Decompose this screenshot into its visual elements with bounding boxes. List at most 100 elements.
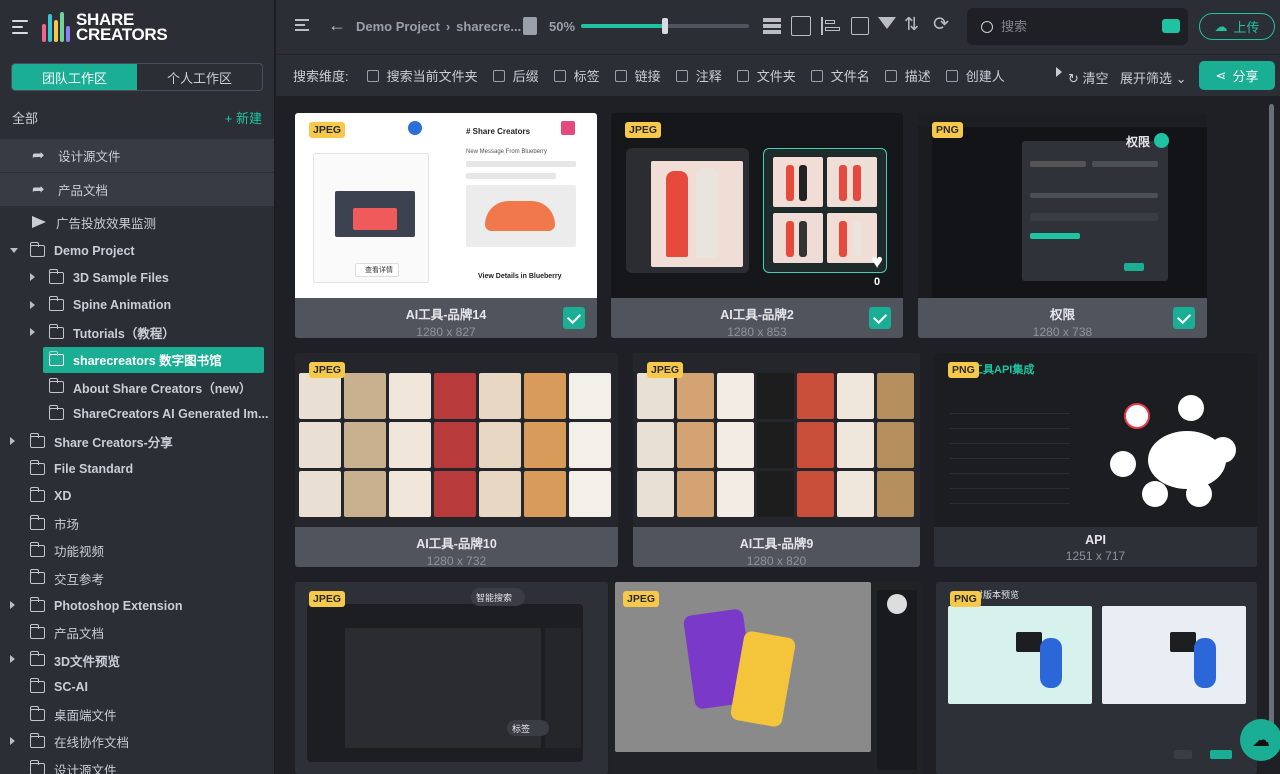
folder-item[interactable]: Demo Project xyxy=(0,237,274,264)
tab-team-workspace[interactable]: 团队工作区 xyxy=(12,64,137,90)
asset-thumbnail[interactable] xyxy=(611,113,903,298)
like-counter[interactable]: ♥ 0 xyxy=(866,252,888,291)
asset-thumbnail[interactable] xyxy=(609,582,922,774)
clear-label: 清空 xyxy=(1082,71,1109,86)
folder-item[interactable]: 产品文档 xyxy=(0,619,274,646)
asset-name[interactable]: 权限 xyxy=(918,304,1207,323)
asset-name[interactable]: AI工具-品牌14 xyxy=(295,304,597,323)
asset-thumbnail[interactable]: 智能搜索 标签 xyxy=(295,582,608,774)
asset-thumbnail[interactable]: 权限 xyxy=(918,113,1207,298)
asset-card[interactable]: JPEG xyxy=(609,582,922,774)
new-folder-button[interactable]: + 新建 xyxy=(225,108,262,127)
folder-item[interactable]: 市场 xyxy=(0,510,274,537)
back-arrow-icon[interactable]: ← xyxy=(328,15,346,36)
filter-checkbox[interactable]: 文件名 xyxy=(810,66,870,85)
chevron-right-icon[interactable] xyxy=(30,300,35,309)
asset-thumbnail[interactable] xyxy=(633,353,920,527)
asset-thumbnail[interactable] xyxy=(295,353,618,527)
expand-filter-button[interactable]: 展开筛选 ⌄ xyxy=(1120,68,1187,87)
list-view-icon[interactable] xyxy=(295,19,309,31)
folder-label-wrap: sharecreators 数字图书馆 xyxy=(43,346,264,373)
filter-checkbox[interactable]: 文件夹 xyxy=(736,66,796,85)
asset-card[interactable]: JPEG AI工具-品牌9 1280 x 820 xyxy=(633,353,920,567)
folder-item[interactable]: XD xyxy=(0,483,274,510)
select-checkbox[interactable] xyxy=(563,307,585,329)
folder-item[interactable]: ShareCreators AI Generated Im... xyxy=(0,401,274,428)
select-box-icon[interactable] xyxy=(851,17,869,35)
thumbnail-tile xyxy=(524,471,566,517)
folder-item[interactable]: 设计源文件 xyxy=(0,756,274,774)
select-checkbox[interactable] xyxy=(869,307,891,329)
asset-card[interactable]: 查看详情 # Share Creators New Message From B… xyxy=(295,113,597,338)
zoom-slider-handle[interactable] xyxy=(662,18,668,34)
folder-item[interactable]: Share Creators-分享 xyxy=(0,428,274,455)
camera-icon[interactable] xyxy=(1162,19,1180,33)
checklist-icon[interactable] xyxy=(791,16,811,36)
asset-name[interactable]: API xyxy=(934,533,1257,547)
folder-item[interactable]: sharecreators 数字图书馆 xyxy=(0,346,274,373)
chevron-right-icon[interactable] xyxy=(10,655,15,664)
chevron-right-icon[interactable] xyxy=(30,327,35,336)
refresh-icon[interactable]: ⟳ xyxy=(933,13,949,36)
breadcrumb-root[interactable]: Demo Project xyxy=(356,19,440,34)
asset-card[interactable]: JPEG AI工具-品牌10 1280 x 732 xyxy=(295,353,618,567)
shortcut-item[interactable]: ➦ 产品文档 xyxy=(0,173,274,207)
filter-icon[interactable] xyxy=(878,17,896,29)
align-icon[interactable] xyxy=(821,17,841,35)
chevron-right-icon[interactable] xyxy=(10,437,15,446)
filter-checkbox[interactable]: 创建人 xyxy=(945,66,1005,85)
grid-view-icon[interactable] xyxy=(763,18,781,34)
thumbnail-tile xyxy=(757,471,794,517)
asset-name[interactable]: AI工具-品牌2 xyxy=(611,304,903,323)
all-label[interactable]: 全部 xyxy=(12,108,38,127)
asset-card[interactable]: 对版本预览 PNG xyxy=(936,582,1257,774)
asset-thumbnail[interactable]: 查看详情 # Share Creators New Message From B… xyxy=(295,113,597,298)
folder-item[interactable]: 桌面端文件 xyxy=(0,701,274,728)
asset-card[interactable]: JPEG ♥ 0 AI工具-品牌2 1280 x 853 xyxy=(611,113,903,338)
filter-checkbox[interactable]: 链接 xyxy=(614,66,661,85)
filter-checkbox[interactable]: 后缀 xyxy=(492,66,539,85)
pinned-item[interactable]: 广告投放效果监测 xyxy=(0,207,274,237)
asset-card[interactable]: 智能搜索 标签 JPEG xyxy=(295,582,608,774)
asset-thumbnail[interactable]: 工具API集成 xyxy=(934,353,1257,527)
folder-item[interactable]: Photoshop Extension xyxy=(0,592,274,619)
zoom-slider[interactable] xyxy=(581,18,749,34)
filter-checkbox[interactable]: 标签 xyxy=(553,66,600,85)
asset-card[interactable]: 权限 PNG ♥ 0 权限 1280 x 738 xyxy=(918,113,1207,338)
asset-card[interactable]: 工具API集成 PNG API 1251 x 717 xyxy=(934,353,1257,567)
folder-item[interactable]: 3D Sample Files xyxy=(0,264,274,291)
select-checkbox[interactable] xyxy=(1173,307,1195,329)
filter-checkbox[interactable]: 描述 xyxy=(884,66,931,85)
filter-checkbox[interactable]: 注释 xyxy=(675,66,722,85)
sort-icon[interactable]: ⇅ xyxy=(904,14,919,35)
clear-button[interactable]: ↻ 清空 xyxy=(1068,68,1109,87)
folder-item[interactable]: SC-AI xyxy=(0,674,274,701)
folder-item[interactable]: 3D文件预览 xyxy=(0,646,274,673)
search-input[interactable] xyxy=(1001,19,1151,34)
scroll-right-icon[interactable] xyxy=(1056,67,1062,77)
folder-item[interactable]: 在线协作文档 xyxy=(0,728,274,755)
shortcut-item[interactable]: ➦ 设计源文件 xyxy=(0,139,274,173)
upload-button[interactable]: ☁ 上传 xyxy=(1199,13,1275,40)
asset-name[interactable]: AI工具-品牌9 xyxy=(633,533,920,552)
folder-item[interactable]: Spine Animation xyxy=(0,292,274,319)
chevron-right-icon[interactable] xyxy=(10,600,15,609)
folder-item[interactable]: 交互参考 xyxy=(0,565,274,592)
chevron-down-icon[interactable] xyxy=(10,248,18,253)
chevron-right-icon[interactable] xyxy=(30,273,35,282)
share-button[interactable]: ⋖ 分享 xyxy=(1199,61,1275,90)
breadcrumb-current[interactable]: sharecre... xyxy=(456,19,521,34)
tab-personal-workspace[interactable]: 个人工作区 xyxy=(137,64,262,90)
folder-item[interactable]: Tutorials（教程） xyxy=(0,319,274,346)
folder-item[interactable]: About Share Creators（new） xyxy=(0,373,274,400)
folder-item[interactable]: File Standard xyxy=(0,455,274,482)
folder-item[interactable]: 功能视频 xyxy=(0,537,274,564)
chevron-right-icon[interactable] xyxy=(10,737,15,746)
content-scrollbar[interactable] xyxy=(1269,104,1274,744)
file-icon[interactable] xyxy=(523,17,537,35)
asset-name[interactable]: AI工具-品牌10 xyxy=(295,533,618,552)
asset-thumbnail[interactable]: 对版本预览 xyxy=(936,582,1257,774)
filter-checkbox[interactable]: 搜索当前文件夹 xyxy=(366,66,478,85)
floating-upload-button[interactable]: ☁ xyxy=(1240,719,1280,761)
menu-icon[interactable] xyxy=(12,20,28,34)
